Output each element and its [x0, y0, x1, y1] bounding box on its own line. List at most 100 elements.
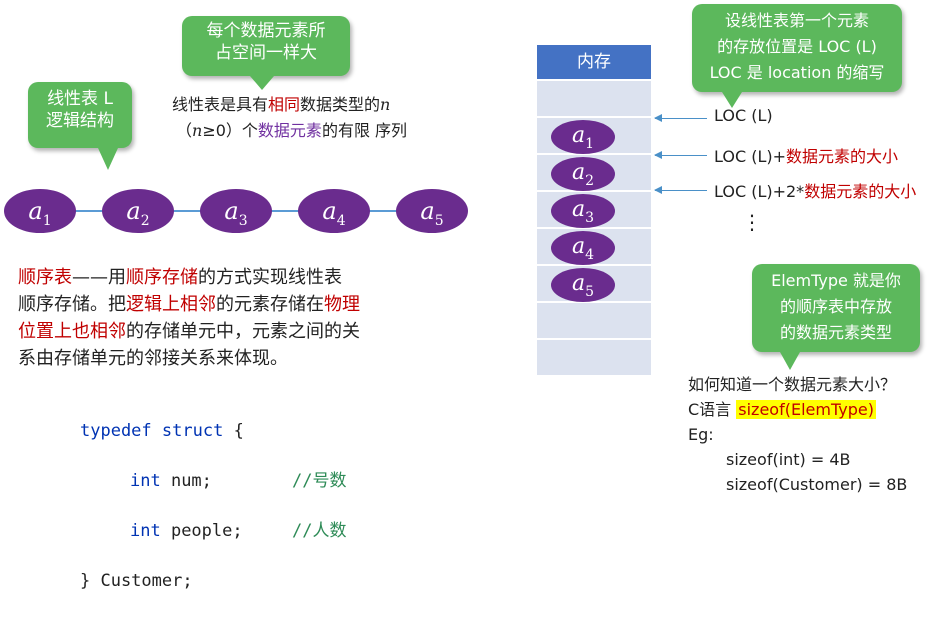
node-letter: a	[224, 197, 239, 225]
node-subscript: 2	[585, 173, 595, 189]
code-keyword: int	[130, 471, 161, 491]
logical-structure-callout: 线性表 L 逻辑结构	[28, 82, 132, 170]
node-letter: a	[126, 197, 141, 225]
node-letter: a	[571, 160, 586, 185]
example-label: Eg:	[688, 425, 714, 444]
definition-text: 的有限 序列	[321, 121, 408, 140]
cell-node-a5: a5	[551, 268, 615, 302]
typedef-code-block: typedef struct { int num; //号数 int people…	[80, 394, 346, 619]
memory-cell: a1	[537, 118, 651, 155]
loc-element-size: 数据元素的大小	[804, 182, 917, 201]
code-keyword: struct	[161, 421, 224, 441]
node-letter: a	[420, 197, 435, 225]
node-letter: a	[571, 197, 586, 222]
element-size-callout: 每个数据元素所 占空间一样大	[182, 16, 350, 90]
sizeof-customer-example: sizeof(Customer) = 8B	[726, 475, 908, 494]
node-subscript: 2	[140, 213, 150, 229]
node-a5: a5	[396, 189, 468, 233]
seq-text: ——用	[72, 267, 126, 288]
code-keyword: typedef	[80, 421, 152, 441]
definition-n: n	[192, 121, 203, 140]
node-letter: a	[571, 123, 586, 148]
seq-text: 的存储单元中，元素之间的关	[126, 321, 360, 342]
seq-storage-term: 顺序存储	[126, 267, 198, 288]
memory-header: 内存	[537, 45, 651, 81]
memory-cell: a4	[537, 229, 651, 266]
node-letter: a	[322, 197, 337, 225]
definition-text: （	[176, 121, 193, 140]
node-subscript: 4	[585, 247, 595, 263]
code-comment: //人数	[292, 521, 347, 541]
node-letter: a	[571, 234, 586, 259]
memory-cell	[537, 340, 651, 377]
seq-logical-adjacent: 逻辑上相邻	[126, 294, 216, 315]
definition-same: 相同	[268, 95, 301, 114]
loc-arrow	[654, 151, 707, 159]
cell-node-a2: a2	[551, 157, 615, 191]
code-comment: //号数	[292, 471, 347, 491]
code-text: {	[223, 421, 244, 441]
loc-text: LOC (L)+2*	[714, 182, 805, 201]
memory-block: 内存 a1 a2 a3 a4 a5	[537, 45, 651, 377]
memory-header-label: 内存	[577, 52, 611, 72]
node-subscript: 1	[585, 136, 595, 152]
loc-arrow	[654, 114, 707, 122]
node-subscript: 4	[336, 213, 346, 229]
definition-data-element: 数据元素	[257, 121, 322, 140]
size-question-text: 如何知道一个数据元素大小？	[688, 375, 897, 394]
c-language-label: C语言	[688, 400, 737, 419]
definition-n: n	[380, 95, 391, 114]
cell-node-a3: a3	[551, 194, 615, 228]
linear-list-definition: 线性表是具有相同数据类型的n （n≥0）个数据元素的有限 序列	[172, 92, 407, 144]
loc-definition-text: 设线性表第一个元素 的存放位置是 LOC (L) LOC 是 location …	[709, 11, 885, 82]
loc-ellipsis: ⋮	[742, 212, 762, 232]
code-text: num;	[160, 471, 212, 491]
memory-cell	[537, 81, 651, 118]
seq-text: 的元素存储在	[216, 294, 324, 315]
loc-dots: ⋮	[742, 210, 762, 234]
size-question: 如何知道一个数据元素大小？ C语言 sizeof(ElemType) Eg: s…	[688, 372, 907, 497]
code-keyword: int	[130, 521, 161, 541]
elemtype-callout: ElemType 就是你 的顺序表中存放 的数据元素类型	[752, 264, 920, 370]
code-text: people;	[160, 521, 243, 541]
memory-cell: a5	[537, 266, 651, 303]
node-letter: a	[571, 271, 586, 296]
node-letter: a	[28, 197, 43, 225]
definition-text: ≥0）个	[202, 121, 258, 140]
code-line-3: int people; //人数	[80, 519, 346, 544]
code-line-1: typedef struct {	[80, 419, 244, 444]
cell-node-a1: a1	[551, 120, 615, 154]
seq-physical-adjacent: 位置上也相邻	[18, 321, 126, 342]
logical-structure-text: 线性表 L 逻辑结构	[46, 89, 114, 131]
loc-element-size: 数据元素的大小	[786, 147, 899, 166]
node-subscript: 5	[585, 284, 595, 300]
memory-cell	[537, 303, 651, 340]
loc-label-2: LOC (L)+数据元素的大小	[714, 143, 898, 167]
seq-text: 系由存储单元的邻接关系来体现。	[18, 348, 288, 369]
callout-tail	[98, 148, 118, 170]
loc-definition-callout: 设线性表第一个元素 的存放位置是 LOC (L) LOC 是 location …	[692, 4, 902, 108]
elemtype-text: ElemType 就是你 的顺序表中存放 的数据元素类型	[771, 271, 901, 342]
sizeof-int-example: sizeof(int) = 4B	[726, 450, 851, 469]
memory-cell: a3	[537, 192, 651, 229]
seq-list-title: 顺序表	[18, 267, 72, 288]
memory-cell: a2	[537, 155, 651, 192]
node-subscript: 5	[434, 213, 444, 229]
seq-text: 的方式实现线性表	[198, 267, 342, 288]
node-a1: a1	[4, 189, 76, 233]
seq-text: 顺序存储。把	[18, 294, 126, 315]
loc-arrow	[654, 186, 707, 194]
definition-text: 数据类型的	[300, 95, 381, 114]
node-a4: a4	[298, 189, 370, 233]
cell-node-a4: a4	[551, 231, 615, 265]
code-line-4: } Customer;	[80, 569, 244, 594]
callout-tail	[780, 352, 800, 370]
loc-label-1: LOC (L)	[714, 106, 773, 125]
loc-label-3: LOC (L)+2*数据元素的大小	[714, 178, 916, 202]
code-line-2: int num; //号数	[80, 469, 346, 494]
node-subscript: 1	[42, 213, 52, 229]
seq-physical: 物理	[324, 294, 360, 315]
loc-text: LOC (L)	[714, 106, 773, 125]
node-a2: a2	[102, 189, 174, 233]
